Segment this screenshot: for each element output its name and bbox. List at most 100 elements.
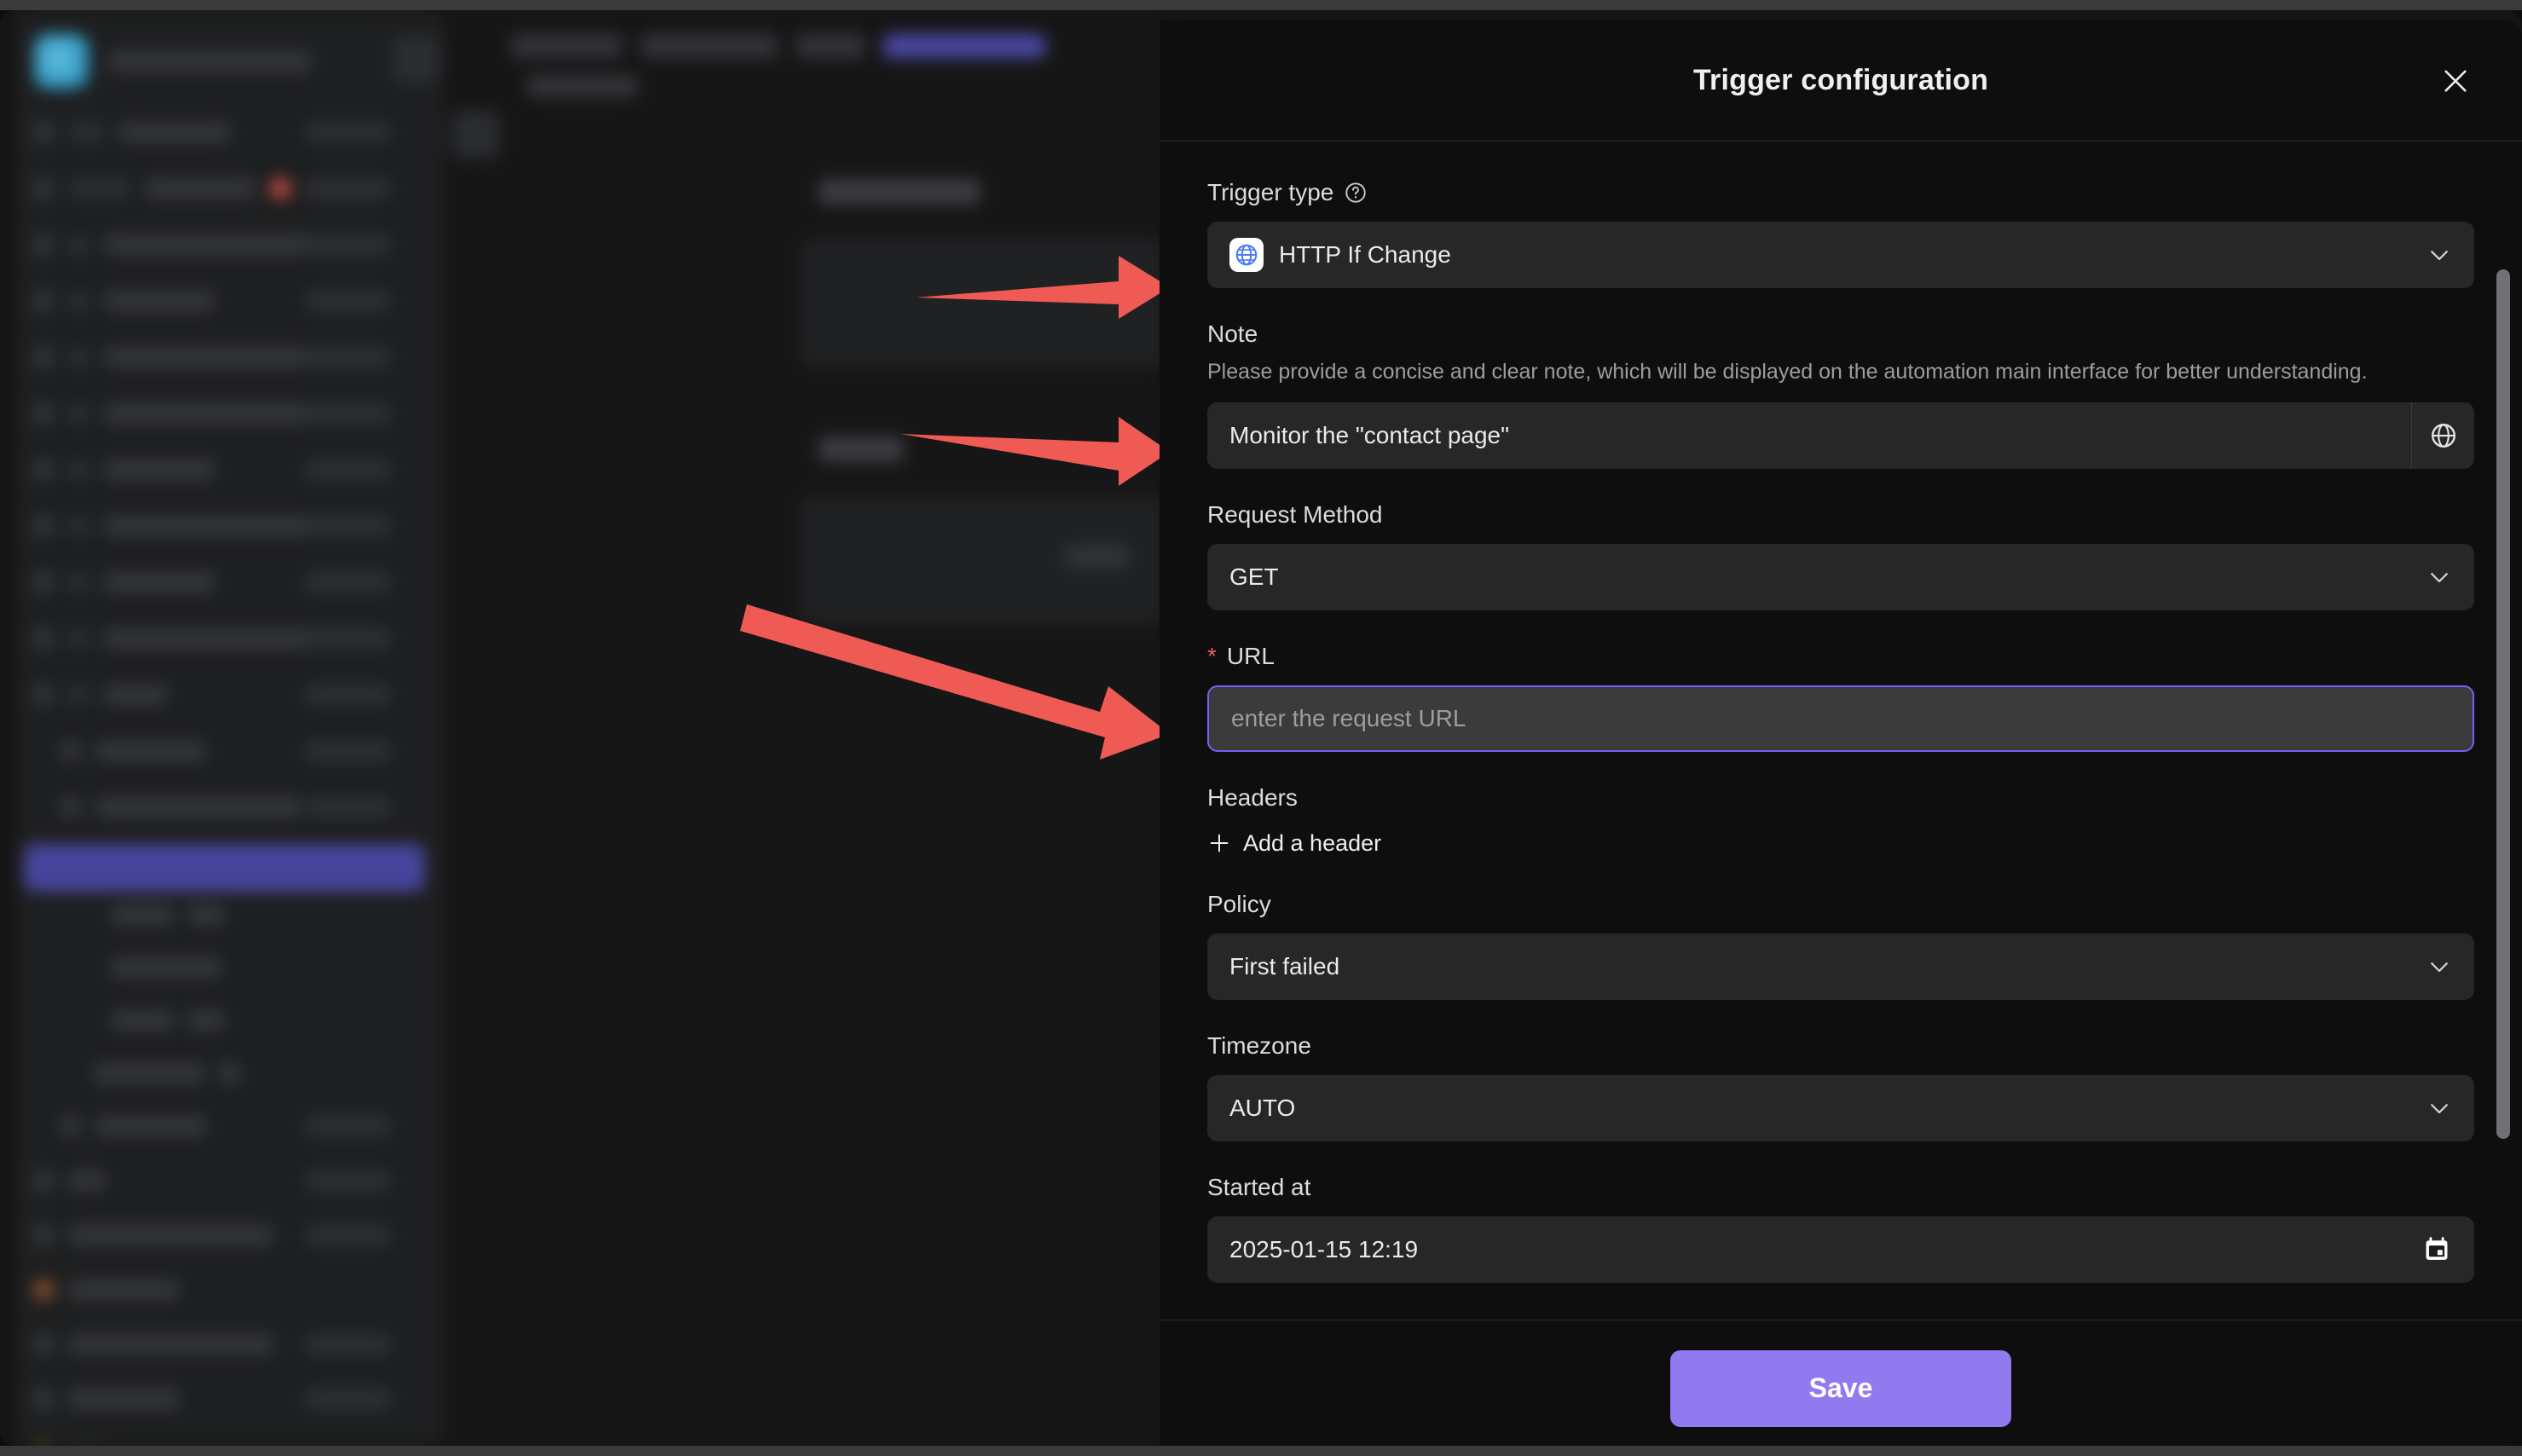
list-text: [104, 459, 215, 481]
window-body: Trigger configuration Trigger type HTTP …: [0, 10, 2522, 1446]
note-translate-button[interactable]: [2411, 402, 2474, 469]
request-method-select[interactable]: GET: [1207, 543, 2474, 610]
drawer-footer: Save: [1160, 1320, 2522, 1446]
field-label: Trigger type: [1207, 179, 2474, 206]
list-text: [95, 1115, 206, 1137]
close-icon: [2444, 69, 2467, 92]
app-logo-icon: [34, 34, 89, 89]
url-input[interactable]: enter the request URL: [1231, 705, 2450, 732]
field-label: Request Method: [1207, 501, 2474, 529]
list-meta: [305, 402, 390, 425]
policy-select[interactable]: First failed: [1207, 933, 2474, 1000]
list-text: [68, 121, 106, 143]
drawer-scroll-area[interactable]: Trigger type HTTP If Change Note Please …: [1160, 142, 2522, 1320]
list-icon: [32, 1224, 55, 1246]
url-input-wrap[interactable]: enter the request URL: [1207, 685, 2474, 752]
tab: [512, 34, 622, 58]
list-text: [68, 1279, 179, 1301]
trigger-configuration-drawer: Trigger configuration Trigger type HTTP …: [1160, 20, 2522, 1446]
list-icon: [60, 740, 82, 762]
field-started-at: Started at 2025-01-15 12:19: [1207, 1174, 2474, 1283]
list-icon: [32, 1333, 55, 1355]
calendar-icon: [2426, 1236, 2448, 1260]
list-meta: [305, 290, 390, 312]
list-text: [68, 459, 90, 481]
note-input-wrap[interactable]: Monitor the "contact page": [1207, 402, 2474, 469]
save-button[interactable]: Save: [1670, 1349, 2011, 1427]
timezone-select[interactable]: AUTO: [1207, 1074, 2474, 1141]
list-icon: [60, 1115, 82, 1137]
field-label: Policy: [1207, 891, 2474, 918]
list-text: [68, 571, 90, 593]
list-text: [218, 1062, 240, 1084]
list-text: [68, 346, 90, 368]
list-text: [188, 904, 225, 926]
request-method-value: GET: [1229, 563, 1279, 590]
list-meta: [305, 234, 390, 256]
list-icon: [32, 121, 55, 143]
tab: [641, 34, 778, 58]
help-circle-icon[interactable]: [1344, 181, 1368, 205]
tab-active: [883, 34, 1045, 58]
required-marker: *: [1207, 642, 1217, 669]
list-icon: [32, 290, 55, 312]
list-icon: [32, 1279, 55, 1301]
field-timezone: Timezone AUTO: [1207, 1032, 2474, 1141]
list-meta: [305, 1224, 390, 1246]
field-label: Started at: [1207, 1174, 2474, 1201]
list-text: [68, 177, 131, 199]
list-text: [104, 234, 309, 256]
list-icon: [32, 234, 55, 256]
request-method-label: Request Method: [1207, 500, 1383, 528]
field-url: * URL enter the request URL: [1207, 643, 2474, 752]
timezone-value: AUTO: [1229, 1094, 1296, 1121]
trigger-type-value-wrap: HTTP If Change: [1229, 238, 2427, 272]
list-icon: [32, 515, 55, 537]
trigger-type-label: Trigger type: [1207, 179, 1334, 205]
page-title: Trigger configuration: [1692, 64, 1989, 96]
field-repeat-frequency: Repeat frequency: [1207, 1315, 2474, 1320]
sidebar-selected-item: [24, 844, 425, 892]
list-meta: [305, 627, 390, 650]
list-text: [104, 515, 309, 537]
list-icon: [60, 796, 82, 818]
list-text: [104, 290, 215, 312]
list-text: [111, 904, 174, 926]
list-meta: [305, 684, 390, 706]
list-meta: [305, 571, 390, 593]
field-label: * URL: [1207, 643, 2474, 670]
trigger-type-select[interactable]: HTTP If Change: [1207, 222, 2474, 288]
app-window: Trigger configuration Trigger type HTTP …: [0, 0, 2522, 1456]
list-text: [68, 290, 90, 312]
drawer-header: Trigger configuration: [1160, 20, 2522, 142]
list-text: [111, 956, 222, 979]
chevron-down-icon: [2431, 251, 2448, 261]
repeat-frequency-label: Repeat frequency: [1207, 1315, 1396, 1320]
headers-label: Headers: [1207, 783, 1298, 811]
list-text: [68, 684, 90, 706]
started-at-datepicker[interactable]: 2025-01-15 12:19: [1207, 1216, 2474, 1283]
list-text: [104, 346, 309, 368]
list-text: [68, 627, 90, 650]
list-text: [188, 1009, 225, 1031]
close-button[interactable]: [2433, 59, 2478, 103]
calendar-button[interactable]: [2421, 1234, 2452, 1265]
url-label: URL: [1226, 642, 1275, 669]
started-at-value: 2025-01-15 12:19: [1229, 1235, 1419, 1262]
globe-icon: [2431, 423, 2455, 448]
list-text: [95, 740, 206, 762]
chevron-down-icon: [2431, 962, 2448, 972]
chevron-down-icon: [2431, 572, 2448, 582]
window-title-bar: [0, 0, 2522, 10]
list-meta: [305, 346, 390, 368]
list-icon: [32, 459, 55, 481]
drawer-scrollbar[interactable]: [2496, 269, 2510, 1139]
add-header-button[interactable]: Add a header: [1207, 827, 1381, 860]
list-text: [104, 684, 167, 706]
note-label: Note: [1207, 321, 1258, 347]
list-text: [104, 402, 309, 425]
list-text: [94, 1062, 205, 1084]
list-meta: [305, 121, 390, 143]
tab: [796, 34, 865, 58]
field-label: Timezone: [1207, 1032, 2474, 1060]
